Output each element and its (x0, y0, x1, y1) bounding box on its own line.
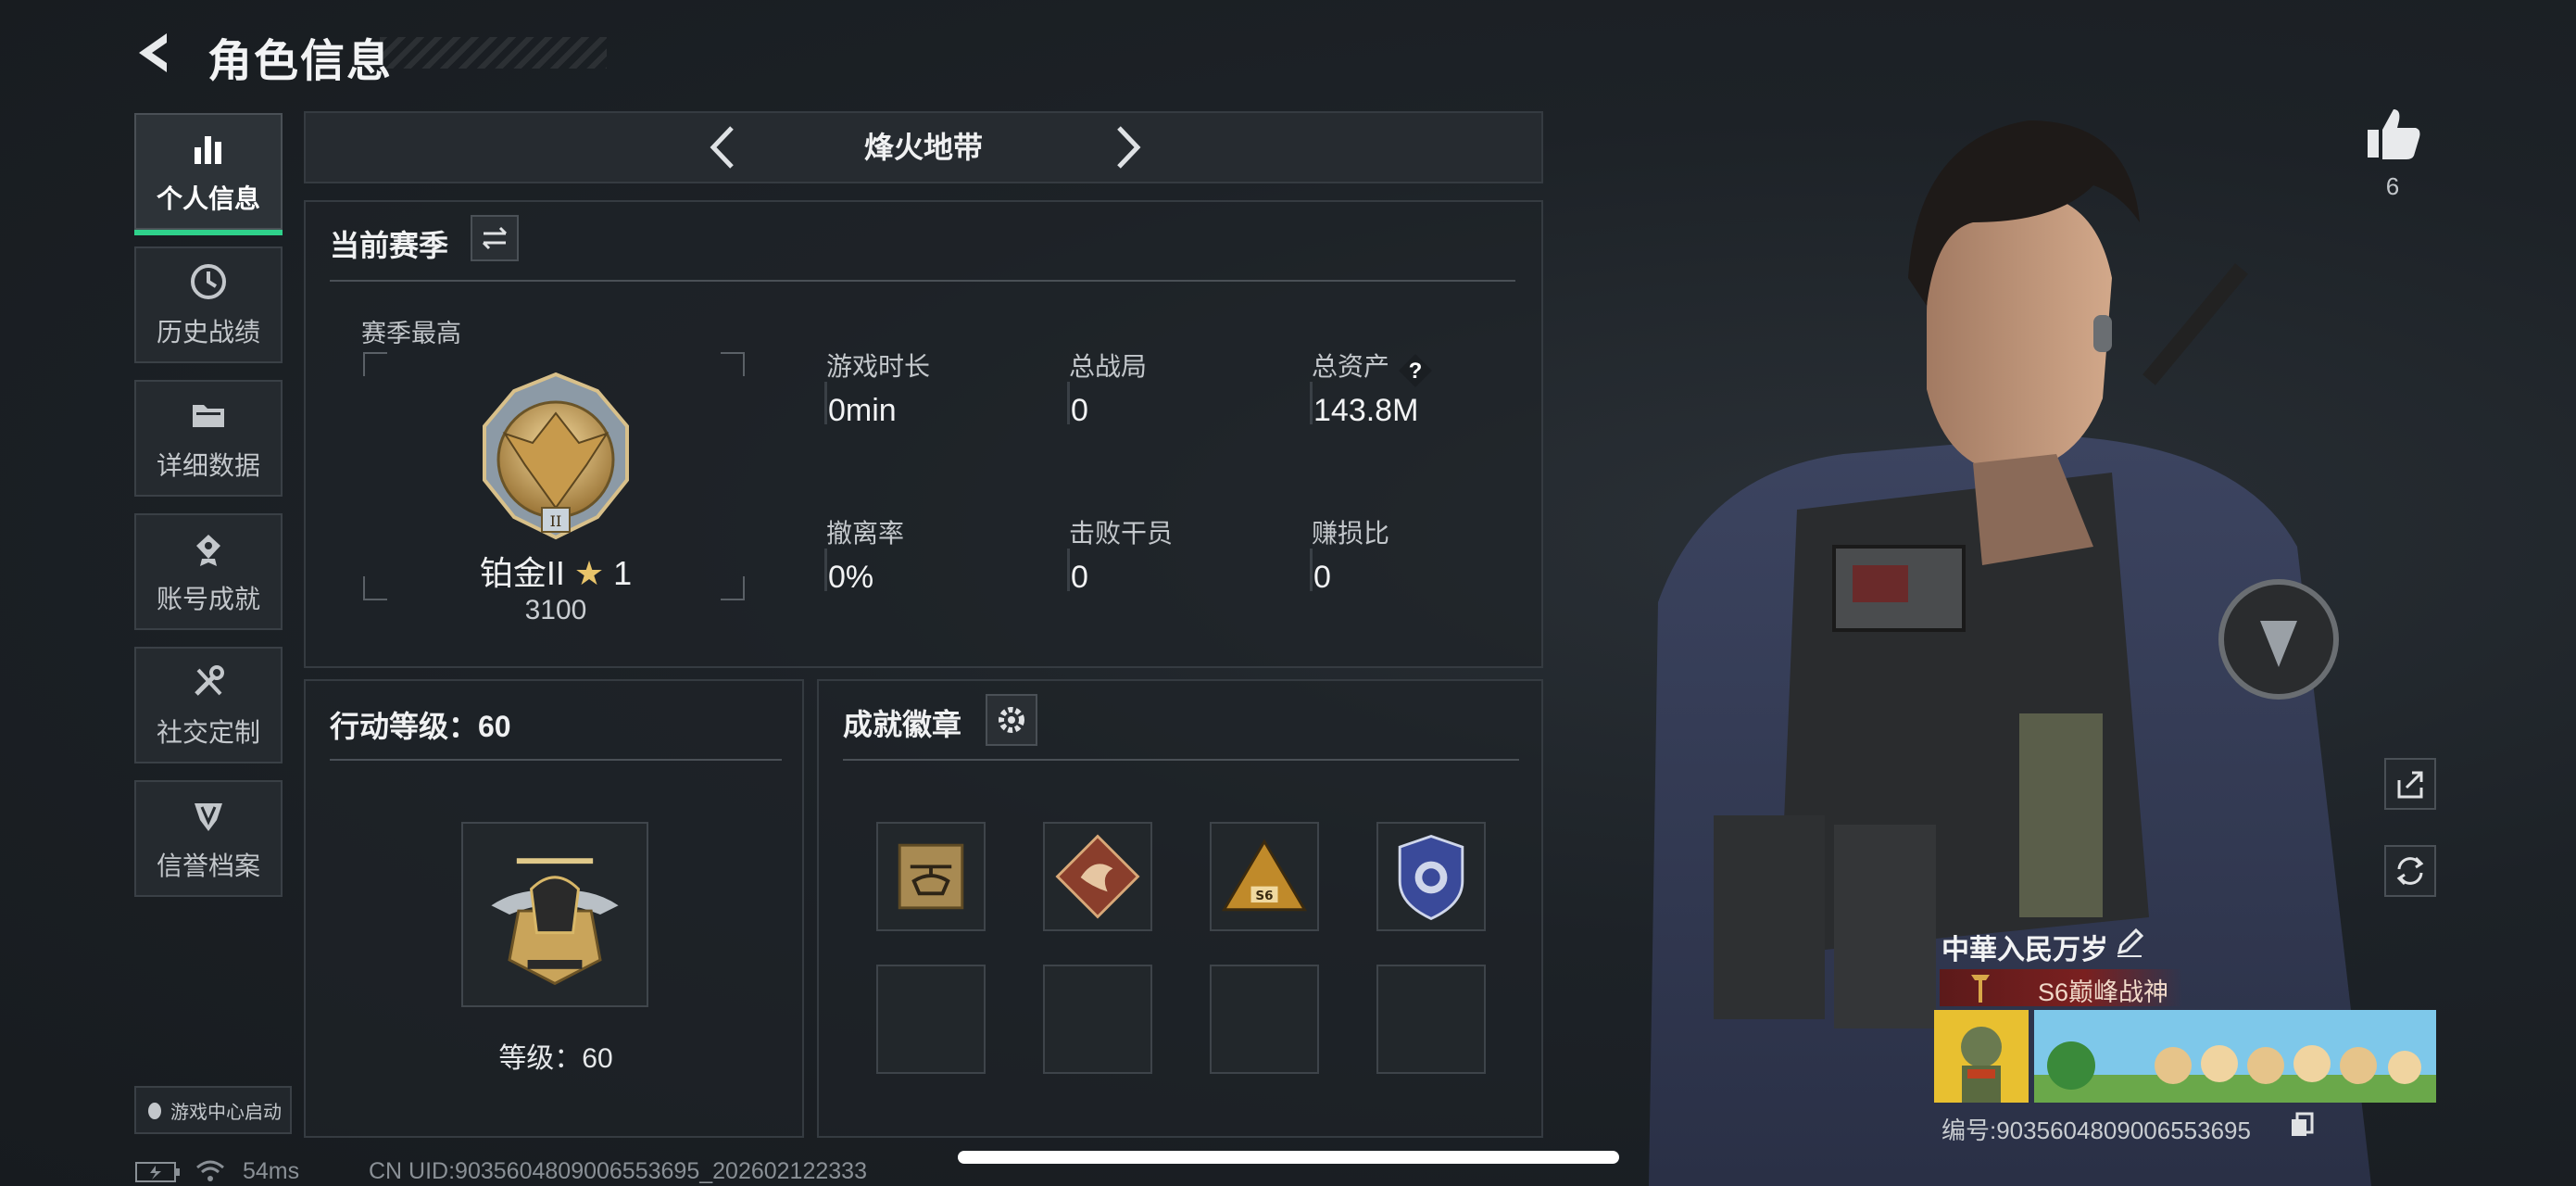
swap-arrows-icon (482, 226, 508, 250)
copy-icon[interactable] (2288, 1110, 2316, 1138)
action-level-title: 行动等级：60 (330, 710, 511, 743)
share-icon (2397, 771, 2423, 799)
platinum-rank-medal-icon: II (483, 372, 629, 540)
tools-icon (195, 665, 224, 696)
achievement-badges-panel: 成就徽章 S6 (817, 679, 1543, 1138)
rotate-button[interactable] (2384, 845, 2436, 897)
season-panel: 当前赛季 赛季最高 II 铂金II ★ 1 3100 游戏时长 0min 总战局… (304, 200, 1543, 668)
sidebar-item-personal-info[interactable]: 个人信息 (134, 113, 283, 235)
badge-slot[interactable]: S6 (1210, 822, 1319, 931)
home-indicator[interactable] (958, 1151, 1619, 1164)
rank-score: 3100 (524, 595, 587, 625)
bar-chart-icon (195, 136, 221, 164)
badge-slot-empty[interactable] (1376, 965, 1486, 1074)
sidebar-item-label: 详细数据 (156, 451, 260, 480)
divider (843, 759, 1519, 761)
ping-text: 54ms (243, 1158, 300, 1184)
sidebar-item-label: 历史战绩 (156, 318, 260, 347)
credit-badge-icon (195, 803, 222, 831)
helicopter-badge-icon (898, 843, 964, 910)
svg-text:?: ? (1409, 359, 1423, 384)
stat-value: 0 (1313, 560, 1331, 595)
help-icon[interactable]: ? (1397, 352, 1434, 389)
chevron-left-icon[interactable] (698, 122, 748, 172)
title-decoration (380, 37, 607, 69)
gear-icon (999, 707, 1024, 733)
rank-stars: 1 (613, 554, 633, 592)
wifi-icon (196, 1160, 224, 1181)
folder-data-icon (193, 405, 224, 427)
badge-slot-empty[interactable] (876, 965, 986, 1074)
action-level-panel: 行动等级：60 等级：60 (304, 679, 804, 1138)
season-best-label: 赛季最高 (361, 320, 461, 347)
thumbs-up-icon[interactable] (2360, 102, 2425, 167)
mode-selector: 烽火地带 (304, 111, 1543, 183)
like-count: 6 (2385, 172, 2400, 200)
chevron-right-icon[interactable] (1102, 122, 1152, 172)
s6-triangle-badge-icon: S6 (1221, 839, 1308, 912)
divider (330, 280, 1515, 282)
battery-icon (135, 1162, 180, 1182)
mode-title: 烽火地带 (863, 131, 983, 164)
stat-value: 0% (828, 560, 874, 595)
sidebar-item-history[interactable]: 历史战绩 (134, 246, 283, 363)
penguin-icon (148, 1103, 161, 1119)
sidebar-item-label: 账号成就 (156, 585, 260, 613)
avatar[interactable] (1934, 1010, 2029, 1103)
badge-settings-button[interactable] (986, 694, 1037, 746)
sidebar-item-label: 个人信息 (156, 184, 260, 213)
refresh-rotate-icon (2396, 856, 2424, 886)
player-title: S6巅峰战神 (2038, 978, 2169, 1006)
sidebar-item-label: 信誉档案 (156, 852, 260, 880)
game-center-launch-button[interactable]: 游戏中心启动 (134, 1086, 292, 1134)
rank-name: 铂金II (479, 554, 565, 592)
stat-value: 0 (1071, 560, 1088, 595)
stat-value: 0 (1071, 393, 1088, 428)
stat-label: 总战局 (1069, 352, 1148, 381)
edit-pencil-icon[interactable] (2114, 927, 2145, 958)
stat-value: 0min (828, 393, 897, 428)
badge-slot-empty[interactable] (1043, 965, 1152, 1074)
title-emblem-icon (1971, 975, 1990, 1003)
stat-label: 击败干员 (1069, 519, 1174, 548)
divider (330, 759, 782, 761)
sidebar-item-social-custom[interactable]: 社交定制 (134, 647, 283, 763)
level-badge[interactable] (461, 822, 648, 1007)
badge-slot-empty[interactable] (1210, 965, 1319, 1074)
page-title: 角色信息 (207, 37, 394, 86)
stat-label: 总资产 (1312, 352, 1390, 381)
achievement-icon (196, 535, 220, 566)
badge-slot[interactable] (1043, 822, 1152, 931)
stat-value: 143.8M (1313, 393, 1419, 428)
police-shield-badge-icon (1398, 834, 1464, 921)
stat-label: 赚损比 (1312, 519, 1390, 548)
history-clock-icon (191, 264, 226, 299)
sidebar-item-credit-archive[interactable]: 信誉档案 (134, 780, 283, 897)
player-name: 中華入民万岁 (1941, 935, 2108, 965)
back-arrow-icon[interactable] (132, 28, 182, 78)
cn-uid-text: CN UID:9035604809006553695_202602122333 (369, 1158, 867, 1184)
badge-slot[interactable] (876, 822, 986, 931)
sidebar-item-detailed-data[interactable]: 详细数据 (134, 380, 283, 497)
rank-name-row: 铂金II ★ 1 (306, 547, 806, 595)
helicopter-emblem-icon (491, 858, 619, 986)
level-label: 等级：60 (498, 1043, 613, 1074)
badges-title: 成就徽章 (843, 708, 962, 741)
share-button[interactable] (2384, 758, 2436, 810)
sidebar-item-label: 社交定制 (156, 718, 260, 747)
star-icon: ★ (573, 554, 605, 592)
svg-text:S6: S6 (1255, 889, 1273, 903)
stat-label: 游戏时长 (826, 352, 931, 381)
season-title: 当前赛季 (330, 229, 449, 262)
season-switch-button[interactable] (471, 215, 519, 261)
sidebar-item-achievements[interactable]: 账号成就 (134, 513, 283, 630)
stat-label: 撤离率 (826, 519, 905, 548)
badge-slot[interactable] (1376, 822, 1486, 931)
svg-text:II: II (550, 512, 562, 530)
player-id: 编号:9035604809006553695 (1941, 1117, 2251, 1144)
dragon-badge-icon (1055, 834, 1140, 919)
game-center-label: 游戏中心启动 (170, 1102, 282, 1123)
name-card-banner (2034, 1010, 2436, 1103)
